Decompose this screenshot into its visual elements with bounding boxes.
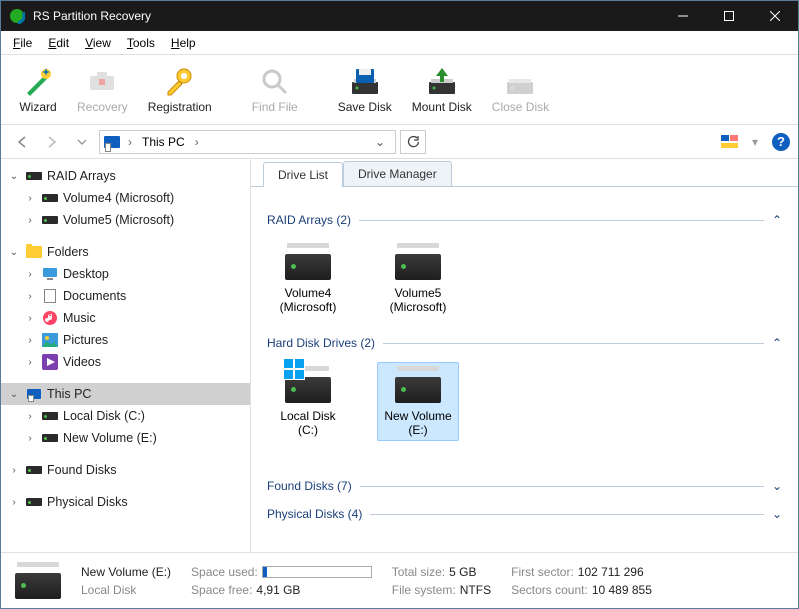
savedisk-button[interactable]: Save Disk (328, 59, 402, 121)
drive-icon (15, 573, 61, 599)
registration-button[interactable]: Registration (138, 59, 222, 121)
drive-icon (42, 194, 58, 202)
tree-volume4[interactable]: ›Volume4 (Microsoft) (1, 187, 250, 209)
sidebar: ⌄RAID Arrays ›Volume4 (Microsoft) ›Volum… (1, 159, 251, 552)
drive-icon (42, 434, 58, 442)
tree-raid-arrays[interactable]: ⌄RAID Arrays (1, 165, 250, 187)
windows-icon (283, 358, 305, 380)
history-dropdown[interactable] (69, 130, 95, 154)
menu-file[interactable]: File (5, 33, 40, 53)
tree-desktop[interactable]: ›Desktop (1, 263, 250, 285)
maximize-button[interactable] (706, 1, 752, 31)
chevron-up-icon[interactable]: ⌃ (772, 336, 782, 350)
tab-drive-list[interactable]: Drive List (263, 162, 343, 187)
drive-icon (42, 216, 58, 224)
main-panel: Drive List Drive Manager RAID Arrays (2)… (251, 159, 798, 552)
titlebar: RS Partition Recovery (1, 1, 798, 31)
refresh-button[interactable] (400, 130, 426, 154)
tree-pictures[interactable]: ›Pictures (1, 329, 250, 351)
location-dropdown[interactable]: ⌄ (369, 135, 391, 149)
drive-icon (285, 254, 331, 280)
drive-icon (395, 254, 441, 280)
status-type: Local Disk (81, 583, 171, 597)
tree-folders[interactable]: ⌄Folders (1, 241, 250, 263)
drive-icon (42, 412, 58, 420)
mountdisk-button[interactable]: Mount Disk (402, 59, 482, 121)
drive-local-c[interactable]: Local Disk (C:) (267, 362, 349, 441)
tree-local-disk-c[interactable]: ›Local Disk (C:) (1, 405, 250, 427)
minimize-button[interactable] (660, 1, 706, 31)
recovery-icon (86, 66, 118, 98)
drive-list-panel: RAID Arrays (2)⌃ Volume4 (Microsoft) Vol… (251, 187, 798, 552)
wizard-icon (22, 66, 54, 98)
menu-tools[interactable]: Tools (119, 33, 163, 53)
folder-icon (26, 246, 42, 258)
view-mode-button[interactable] (721, 135, 738, 148)
pc-icon (104, 136, 120, 148)
help-button[interactable]: ? (772, 133, 790, 151)
raid-icon (26, 172, 42, 180)
tree-physical-disks[interactable]: ›Physical Disks (1, 491, 250, 513)
pc-icon (27, 389, 41, 399)
tree-documents[interactable]: ›Documents (1, 285, 250, 307)
location-bar[interactable]: › This PC › ⌄ (99, 130, 396, 154)
menu-view[interactable]: View (77, 33, 119, 53)
drive-icon (285, 377, 331, 403)
music-icon (41, 310, 59, 326)
tree-this-pc[interactable]: ⌄This PC (1, 383, 250, 405)
chevron-up-icon[interactable]: ⌃ (772, 213, 782, 227)
drive-volume4[interactable]: Volume4 (Microsoft) (267, 239, 349, 318)
tree-new-volume-e[interactable]: ›New Volume (E:) (1, 427, 250, 449)
registration-icon (164, 66, 196, 98)
drive-icon (26, 498, 42, 506)
search-icon (259, 66, 291, 98)
menu-help[interactable]: Help (163, 33, 204, 53)
wizard-button[interactable]: Wizard (9, 59, 67, 121)
drive-new-volume-e[interactable]: New Volume (E:) (377, 362, 459, 441)
recovery-button: Recovery (67, 59, 138, 121)
app-icon (9, 8, 25, 24)
savedisk-icon (349, 66, 381, 98)
close-button[interactable] (752, 1, 798, 31)
section-physical[interactable]: Physical Disks (4)⌄ (267, 507, 782, 521)
tree-music[interactable]: ›Music (1, 307, 250, 329)
statusbar: New Volume (E:) Local Disk Space used: S… (1, 552, 798, 608)
menu-edit[interactable]: Edit (40, 33, 77, 53)
pictures-icon (41, 332, 59, 348)
tree-videos[interactable]: ›Videos (1, 351, 250, 373)
view-dropdown[interactable]: ▾ (742, 130, 768, 154)
forward-button[interactable] (39, 130, 65, 154)
desktop-icon (41, 266, 59, 282)
drive-icon (395, 377, 441, 403)
documents-icon (41, 288, 59, 304)
tree-volume5[interactable]: ›Volume5 (Microsoft) (1, 209, 250, 231)
menubar: File Edit View Tools Help (1, 31, 798, 55)
chevron-down-icon[interactable]: ⌄ (772, 479, 782, 493)
breadcrumb-thispc[interactable]: This PC (138, 135, 189, 149)
tabs: Drive List Drive Manager (251, 159, 798, 187)
section-found[interactable]: Found Disks (7)⌄ (267, 479, 782, 493)
drive-icon (26, 466, 42, 474)
section-hdd[interactable]: Hard Disk Drives (2)⌃ (267, 336, 782, 350)
tab-drive-manager[interactable]: Drive Manager (343, 161, 452, 186)
tree-found-disks[interactable]: ›Found Disks (1, 459, 250, 481)
chevron-down-icon[interactable]: ⌄ (772, 507, 782, 521)
space-used-bar (262, 566, 372, 578)
videos-icon (41, 354, 59, 370)
section-raid[interactable]: RAID Arrays (2)⌃ (267, 213, 782, 227)
drive-volume5[interactable]: Volume5 (Microsoft) (377, 239, 459, 318)
findfile-button: Find File (242, 59, 308, 121)
closedisk-icon (504, 66, 536, 98)
mountdisk-icon (426, 66, 458, 98)
navbar: › This PC › ⌄ ▾ ? (1, 125, 798, 159)
status-name: New Volume (E:) (81, 565, 171, 579)
window-title: RS Partition Recovery (33, 9, 660, 23)
toolbar: Wizard Recovery Registration Find File S… (1, 55, 798, 125)
back-button[interactable] (9, 130, 35, 154)
closedisk-button: Close Disk (482, 59, 559, 121)
